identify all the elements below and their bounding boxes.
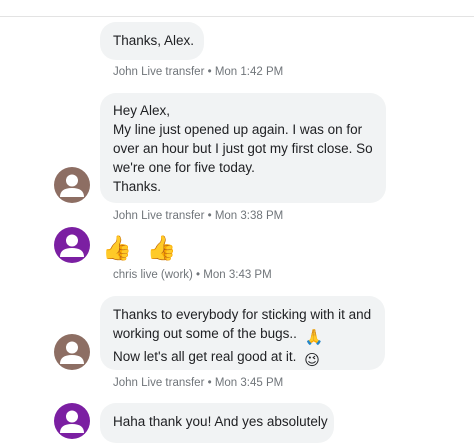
message-bubble[interactable]: Thanks, Alex. (100, 22, 204, 60)
message-meta: chris live (work) • Mon 3:43 PM (113, 269, 272, 281)
cropped-header-text: · · (62, 0, 75, 5)
person-icon (54, 167, 90, 203)
message-bubble[interactable]: Hey Alex, My line just opened up again. … (100, 93, 386, 203)
avatar[interactable] (54, 403, 90, 439)
message-meta: John Live transfer • Mon 3:45 PM (113, 377, 284, 389)
message-text: working out some of the bugs.. (113, 326, 297, 341)
message-text: Thanks. (113, 179, 162, 194)
message-meta: John Live transfer • Mon 3:38 PM (113, 210, 284, 222)
message-bubble[interactable]: Haha thank you! And yes absolutely (100, 403, 334, 443)
message-text: we're one for five today. (113, 160, 255, 175)
message-text: Hey Alex, (113, 103, 171, 118)
message-meta: John Live transfer • Mon 1:42 PM (113, 66, 284, 78)
message-text: Now let's all get real good at it. (113, 349, 297, 364)
avatar[interactable] (54, 167, 90, 203)
message-text: My line just opened up again. I was on f… (113, 122, 363, 137)
message-bubble[interactable]: Thanks to everybody for sticking with it… (100, 296, 385, 370)
message-text: Thanks, Alex. (113, 33, 195, 48)
message-text: Haha thank you! And yes absolutely (113, 414, 328, 429)
avatar[interactable] (54, 334, 90, 370)
person-icon (54, 334, 90, 370)
message-text: Thanks to everybody for sticking with it… (113, 307, 372, 322)
message-text: over an hour but I just got my first clo… (113, 141, 373, 156)
emoji-message[interactable]: 👍 👍 (102, 235, 176, 263)
thumbs-up-emoji: 👍 (102, 235, 132, 262)
praying-hands-emoji: 🙏 (304, 329, 324, 346)
thumbs-up-emoji: 👍 (146, 235, 177, 262)
person-icon (54, 227, 90, 263)
person-icon (54, 403, 90, 439)
avatar[interactable] (54, 227, 90, 263)
top-divider: · · (0, 0, 474, 17)
winking-face-emoji: 😉 (304, 352, 320, 369)
